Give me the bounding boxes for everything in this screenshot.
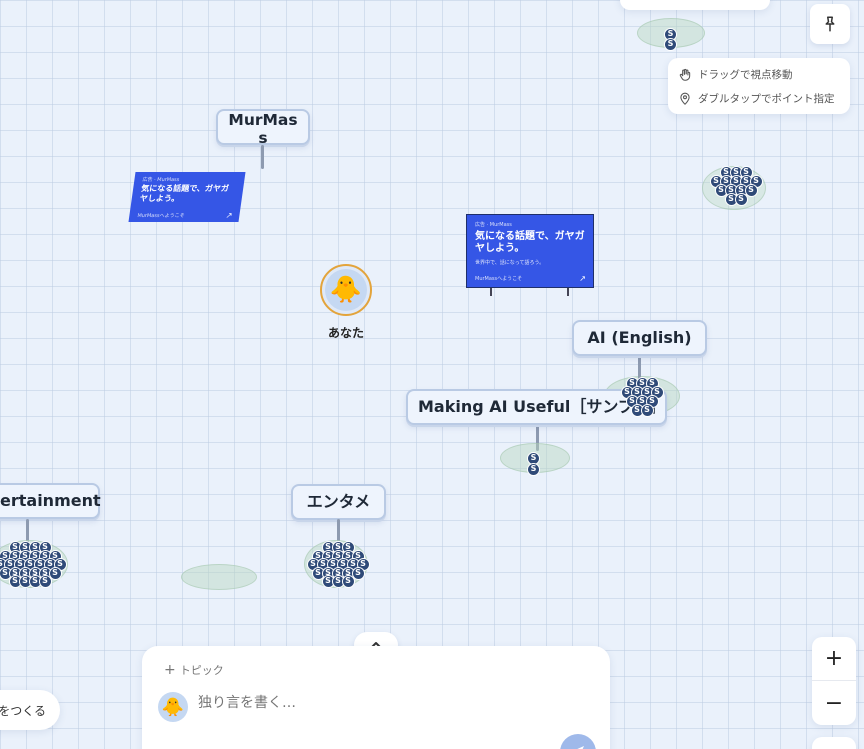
create-button-label: をつくる [0, 703, 46, 718]
user-coin[interactable]: S [341, 575, 355, 588]
user-avatar-label: あなた [327, 326, 364, 340]
add-topic-button[interactable]: + トピック [164, 662, 224, 678]
billboard-title: 気になる話題で、ガヤガヤしよう。 [139, 184, 230, 203]
top-clipped-panel [620, 0, 770, 10]
chick-icon: 🐥 [325, 269, 367, 311]
billboard-title: 気になる話題で、ガヤガヤしよう。 [475, 231, 585, 254]
create-button[interactable]: をつくる [0, 690, 60, 730]
user-coin[interactable]: S [38, 575, 52, 588]
bottom-right-control[interactable] [812, 737, 856, 749]
topic-entame[interactable]: エンタメ [291, 484, 386, 520]
billboard-footer: MurMassへようこそ [475, 276, 523, 282]
topic-stem [261, 145, 264, 169]
user-coin[interactable]: S [640, 404, 654, 417]
billboard-leg [567, 288, 569, 296]
topic-murmass[interactable]: MurMas s [216, 109, 310, 147]
add-topic-label: トピック [179, 664, 224, 677]
pin-icon [825, 16, 835, 32]
billboard-footer: MurMassへようこそ [136, 213, 185, 219]
billboard-leg [490, 288, 492, 296]
plus-icon: + [164, 662, 176, 678]
zoom-out-button[interactable]: − [812, 681, 856, 725]
billboard-label: 広告 · MurMass [141, 177, 180, 183]
ad-billboard-center[interactable]: 広告 · MurMass 気になる話題で、ガヤガヤしよう。 世界中で、話になって… [466, 214, 594, 288]
composer-avatar: 🐥 [158, 692, 188, 722]
pin-button[interactable] [810, 4, 850, 44]
user-coin[interactable]: S [664, 38, 677, 51]
user-coin[interactable]: S [527, 463, 540, 476]
billboard-subtitle: 世界中で、話になって語ろう。 [475, 260, 545, 266]
navigation-hints: ドラッグで視点移動 ダブルタップでポイント指定 [668, 58, 850, 114]
arrow-icon: ↗ [579, 274, 586, 283]
hint-double-tap-text: ダブルタップでポイント指定 [698, 93, 835, 105]
user-coin[interactable]: S [734, 193, 748, 206]
hand-icon [679, 68, 691, 81]
monologue-input[interactable] [198, 690, 558, 716]
composer-panel: + トピック 🐥 [142, 646, 610, 749]
zoom-controls: + − [812, 637, 856, 725]
ad-billboard-left[interactable]: 広告 · MurMass 気になる話題で、ガヤガヤしよう。 MurMassへよう… [128, 172, 246, 222]
send-icon [577, 746, 584, 749]
billboard-label: 広告 · MurMass [475, 222, 512, 228]
topic-ai-english[interactable]: AI (English) [572, 320, 707, 356]
zoom-in-button[interactable]: + [812, 637, 856, 681]
send-button[interactable] [560, 734, 596, 749]
arrow-icon: ↗ [225, 211, 234, 220]
topic-entertainment[interactable]: ertainment [0, 483, 101, 519]
user-avatar[interactable]: 🐥 [320, 264, 372, 316]
hint-drag-text: ドラッグで視点移動 [698, 69, 793, 81]
location-pin-icon [680, 92, 690, 105]
topic-cluster-empty[interactable] [181, 564, 257, 590]
